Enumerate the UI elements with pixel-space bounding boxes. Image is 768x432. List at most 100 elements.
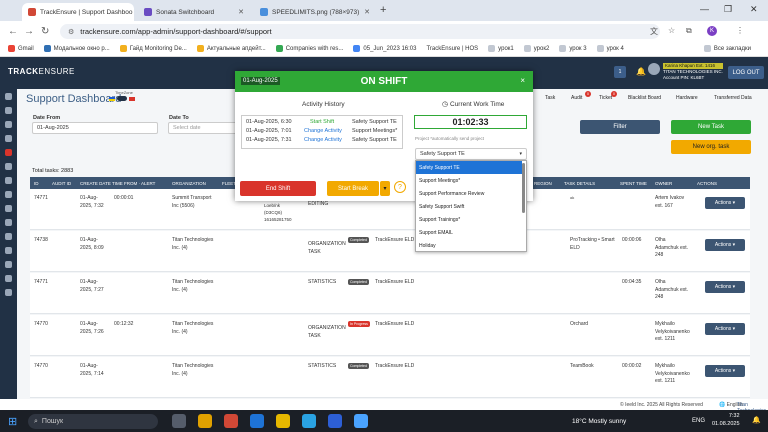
list-icon[interactable] <box>5 247 12 254</box>
map-icon[interactable] <box>5 205 12 212</box>
chat-icon[interactable] <box>5 135 12 142</box>
date-from-input[interactable]: 01-Aug-2025 <box>32 122 158 134</box>
users-icon[interactable] <box>5 163 12 170</box>
new-task-button[interactable]: New Task <box>671 120 751 134</box>
tab-audit[interactable]: Audit <box>571 95 582 101</box>
th-spent-time[interactable]: SPENT TIME <box>620 181 647 186</box>
extensions-icon[interactable]: ⧉ <box>686 26 692 36</box>
th-create-date[interactable]: CREATE DATE <box>80 181 111 186</box>
truck-icon[interactable] <box>5 177 12 184</box>
notifications-icon[interactable]: 🔔 <box>752 416 761 424</box>
bookmark-item[interactable]: Модальное окно р... <box>43 45 110 52</box>
th-organization[interactable]: ORGANIZATION <box>172 181 206 186</box>
weather[interactable]: 18°C Mostly sunny <box>572 418 626 425</box>
close-window-icon[interactable]: ✕ <box>750 4 758 15</box>
dropdown-option[interactable]: Support Meetings* <box>416 174 522 187</box>
bookmark-item[interactable]: Актуальные апдейт... <box>196 45 266 52</box>
close-tab-icon[interactable]: ✕ <box>364 8 370 16</box>
app-icon[interactable] <box>224 414 238 428</box>
tab-trackensure[interactable]: TrackEnsure | Support Dashboo ✕ <box>22 3 134 21</box>
tab-hardware[interactable]: Hardware <box>676 95 698 101</box>
bookmark-item[interactable]: урок1 <box>488 45 514 52</box>
input-language[interactable]: ENG <box>692 418 705 424</box>
bell-icon[interactable]: 🔔 <box>636 67 646 76</box>
timezone-toggle[interactable]: TimeZone <box>109 90 135 101</box>
translate-icon[interactable]: 文 <box>650 26 658 37</box>
chrome-icon[interactable] <box>198 414 212 428</box>
profile-avatar[interactable]: K <box>707 26 717 36</box>
actions-button[interactable]: Actions ▾ <box>705 239 745 251</box>
task-view-icon[interactable] <box>172 414 186 428</box>
settings-icon[interactable] <box>5 219 12 226</box>
back-icon[interactable]: ← <box>8 26 18 37</box>
th-id[interactable]: ID <box>34 181 39 186</box>
tab-ticket[interactable]: Ticket <box>599 95 612 101</box>
teams-icon[interactable] <box>354 414 368 428</box>
bookmark-item[interactable]: 05_Jun_2023 16:03 <box>353 45 416 52</box>
filter-button[interactable]: Filter <box>580 120 660 134</box>
chart-icon[interactable] <box>5 233 12 240</box>
actions-button[interactable]: Actions ▾ <box>705 365 745 377</box>
actions-button[interactable]: Actions ▾ <box>705 323 745 335</box>
home-icon[interactable] <box>5 93 12 100</box>
calendar-icon[interactable] <box>5 261 12 268</box>
bookmark-item[interactable]: Companies with res... <box>275 45 343 52</box>
minimize-icon[interactable]: — <box>700 4 709 14</box>
start-break-button[interactable]: Start Break <box>327 181 379 196</box>
taskbar-search[interactable]: ⌕ Пошук <box>28 414 158 429</box>
bookmark-star-icon[interactable]: ☆ <box>668 26 675 35</box>
new-tab-icon[interactable]: + <box>380 4 386 16</box>
site-info-icon[interactable]: ⚙ <box>68 28 74 36</box>
bookmark-item[interactable]: урок 3 <box>559 45 587 52</box>
dropdown-option[interactable]: Safety Support Swift <box>416 200 522 213</box>
forward-icon[interactable]: → <box>24 26 34 37</box>
dropdown-option[interactable]: Holiday <box>416 239 522 252</box>
help-icon[interactable]: ? <box>394 181 406 193</box>
notification-count[interactable]: 1 <box>614 66 626 78</box>
bookmark-item[interactable]: Гайд Monitoring De... <box>119 45 187 52</box>
tab-blacklist-board[interactable]: Blacklist Board <box>628 95 661 101</box>
actions-button[interactable]: Actions ▾ <box>705 197 745 209</box>
user-avatar[interactable] <box>648 63 660 75</box>
bookmark-item[interactable]: урок 4 <box>596 45 624 52</box>
windows-start-icon[interactable]: ⊞ <box>8 415 17 428</box>
table-row[interactable]: 74738 01-Aug- 2025, 8:09 Titan Technolog… <box>30 231 750 272</box>
file-explorer-icon[interactable] <box>276 414 290 428</box>
edge-icon[interactable] <box>250 414 264 428</box>
maximize-icon[interactable]: ❐ <box>724 4 732 15</box>
url-field[interactable]: ⚙ trackensure.com/app-admin/support-dash… <box>60 24 660 39</box>
document-icon[interactable] <box>5 191 12 198</box>
close-icon[interactable]: × <box>520 76 525 85</box>
th-task-details[interactable]: TASK DETAILS <box>564 181 595 186</box>
actions-button[interactable]: Actions ▾ <box>705 281 745 293</box>
dropdown-option[interactable]: Support Trainings* <box>416 213 522 226</box>
clock[interactable]: 7:32 01.08.2025 <box>712 413 740 428</box>
close-tab-icon[interactable]: ✕ <box>238 8 244 16</box>
all-bookmarks[interactable]: Все закладки <box>703 45 751 52</box>
tab-transferred-data[interactable]: Transferred Data <box>714 95 752 101</box>
alert-icon[interactable] <box>5 149 12 156</box>
dropdown-scrollbar[interactable] <box>522 163 525 213</box>
th-owner[interactable]: OWNER <box>655 181 672 186</box>
date-to-input[interactable]: Select date <box>168 122 238 134</box>
th-fleet[interactable]: FLEET <box>222 181 236 186</box>
reload-icon[interactable]: ↻ <box>41 26 49 37</box>
tab-speedlimits[interactable]: SPEEDLIMITS.png (788×973) ✕ <box>254 3 376 21</box>
project-select[interactable]: Safety Support TE ▾ <box>415 148 527 160</box>
tab-task[interactable]: Task <box>545 95 555 101</box>
monitor-icon[interactable] <box>5 275 12 282</box>
mail-icon[interactable] <box>328 414 342 428</box>
table-row[interactable]: 74770 01-Aug- 2025, 7:26 00:12:32 Titan … <box>30 315 750 356</box>
bell-icon[interactable] <box>5 121 12 128</box>
bookmark-item[interactable]: урок2 <box>523 45 549 52</box>
menu-dots-icon[interactable]: ⋮ <box>736 26 744 35</box>
bookmark-item[interactable]: TrackEnsure | HOS <box>426 46 478 52</box>
dashboard-icon[interactable] <box>5 107 12 114</box>
support-icon[interactable] <box>5 289 12 296</box>
new-org-task-button[interactable]: New org. task <box>671 140 751 154</box>
toggle-switch[interactable] <box>117 96 127 101</box>
bookmark-item[interactable]: Gmail <box>8 45 34 52</box>
end-shift-button[interactable]: End Shift <box>240 181 316 196</box>
tab-list-icon[interactable] <box>4 3 16 21</box>
table-row[interactable]: 74771 01-Aug- 2025, 7:27 Titan Technolog… <box>30 273 750 314</box>
